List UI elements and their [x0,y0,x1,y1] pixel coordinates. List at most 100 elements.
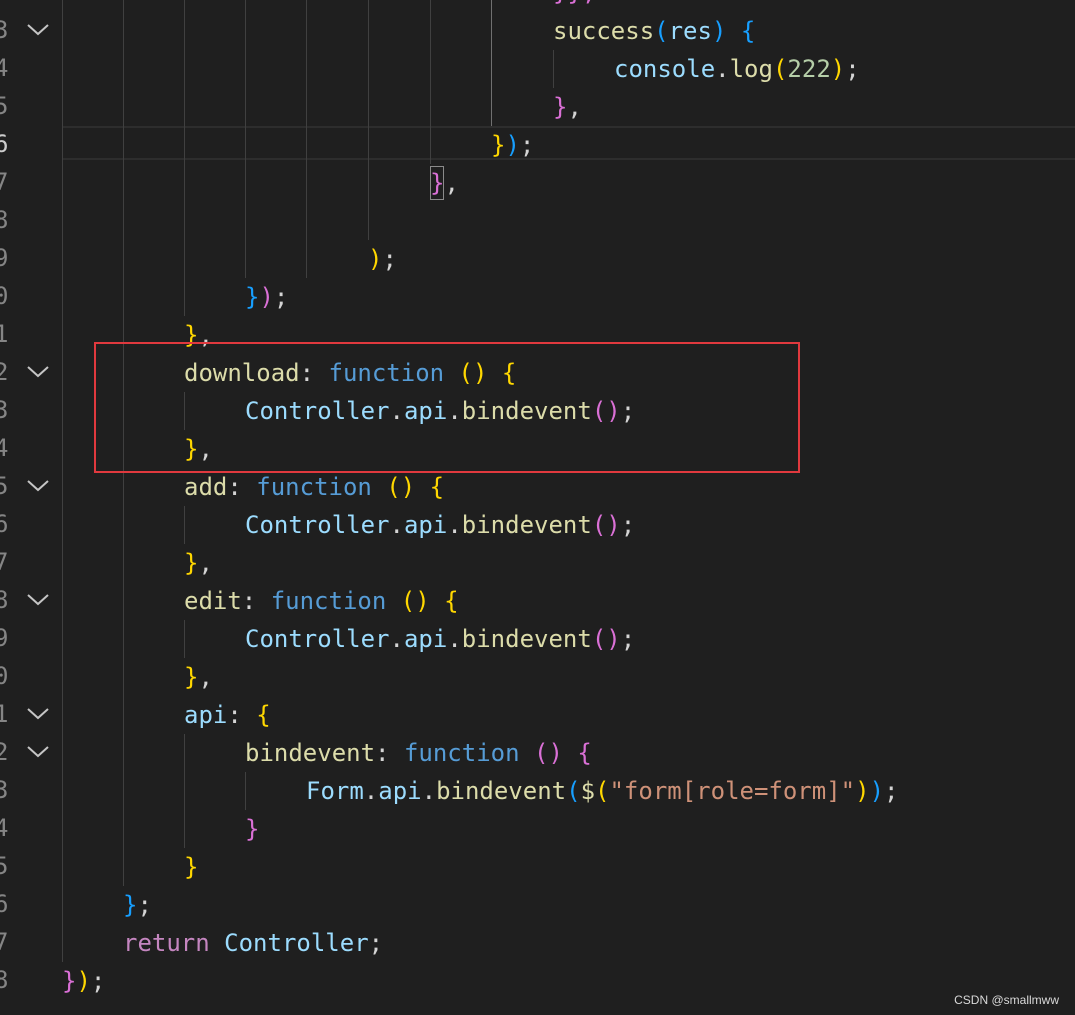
code-token: function [256,473,372,501]
code-line[interactable]: api: { [184,696,271,734]
code-line[interactable]: ); [368,240,397,278]
code-token: ; [620,625,636,653]
indent-guide [491,0,492,126]
line-number: 1 [0,320,8,348]
code-token: edit [184,587,242,615]
code-line[interactable]: }); [62,962,105,1000]
code-token: ( [566,777,581,805]
code-line[interactable]: Controller.api.bindevent(); [245,506,635,544]
code-line[interactable]: success(res) { [553,12,755,50]
line-number: 4 [0,434,8,462]
code-token: 222 [787,55,831,83]
indent-guide [184,620,185,658]
line-number-active: 6 [0,130,8,158]
line-number: 6 [0,510,8,538]
code-token: { [740,17,756,45]
code-line[interactable]: add: function () { [184,468,444,506]
code-line[interactable]: }, [553,88,582,126]
code-token: return [123,929,210,957]
code-token: : [227,473,257,501]
code-token: { [429,473,445,501]
code-token: . [363,777,379,805]
code-token: console [614,55,716,83]
chevron-down-icon[interactable] [26,581,50,619]
code-token: ) [855,777,870,805]
code-token: Controller [245,511,390,539]
code-token: }}; [553,0,596,6]
code-token: success [553,17,655,45]
code-token: ) [830,55,846,83]
code-token: ; [273,283,289,311]
code-token: } [245,283,260,311]
code-token: : [375,739,404,767]
code-token: : [241,587,271,615]
code-token: { [577,739,592,767]
code-token: ( [595,777,610,805]
code-line[interactable]: } [184,848,198,886]
code-token: ; [620,511,636,539]
code-token: : [227,701,257,729]
code-token: log [729,55,773,83]
code-token: { [256,701,271,729]
chevron-down-icon[interactable] [26,11,50,49]
code-token: { [444,587,459,615]
chevron-down-icon[interactable] [26,353,50,391]
line-number: 0 [0,282,8,310]
indent-guide [430,0,431,164]
code-token: bindevent [245,739,376,767]
code-token: () [591,511,621,539]
chevron-down-icon[interactable] [26,733,50,771]
code-token: ; [137,891,152,919]
line-number: 9 [0,244,8,272]
code-line[interactable]: }, [184,658,213,696]
code-token: Controller [245,625,390,653]
code-line-active[interactable]: }); [491,126,534,164]
highlight-box [94,342,800,473]
code-line[interactable]: console.log(222); [614,50,860,88]
code-token: ; [368,929,384,957]
line-number: 3 [0,776,8,804]
code-token: bindevent [461,511,592,539]
indent-guide [368,0,369,240]
code-token: . [447,511,462,539]
code-token: ; [90,967,106,995]
code-token: } [184,549,199,577]
code-token: ; [884,777,899,805]
code-token: bindevent [461,625,592,653]
code-token: api [184,701,228,729]
line-number: 2 [0,358,8,386]
code-line[interactable]: }; [123,886,152,924]
line-number: 6 [0,890,8,918]
code-line[interactable]: }); [245,278,288,316]
code-line[interactable]: edit: function () { [184,582,459,620]
chevron-down-icon[interactable] [26,695,50,733]
code-token: res [668,17,712,45]
code-token: ) [711,17,727,45]
code-token: Form [306,777,364,805]
code-line[interactable]: Form.api.bindevent($("form[role=form]"))… [306,772,898,810]
code-line[interactable]: }, [184,544,213,582]
line-number: 2 [0,738,8,766]
code-line[interactable]: return Controller; [123,924,383,962]
code-token: ) [259,283,274,311]
code-token: } [245,815,260,843]
code-token: , [567,93,582,121]
code-line[interactable]: bindevent: function () { [245,734,592,772]
code-token: } [123,891,138,919]
code-line[interactable]: } [245,810,259,848]
code-token: api [403,625,448,653]
code-token: , [198,549,213,577]
code-line[interactable]: }, [430,164,459,202]
watermark: CSDN @smallmww [954,993,1059,1007]
code-line[interactable]: }}; [553,0,596,11]
code-line[interactable]: Controller.api.bindevent(); [245,620,635,658]
chevron-down-icon[interactable] [26,467,50,505]
code-editor[interactable]: 3 4 5 6 7 8 9 0 1 2 3 4 5 6 7 8 9 0 1 2 … [0,0,1075,1015]
code-token: . [389,625,404,653]
indent-guide [184,506,185,544]
